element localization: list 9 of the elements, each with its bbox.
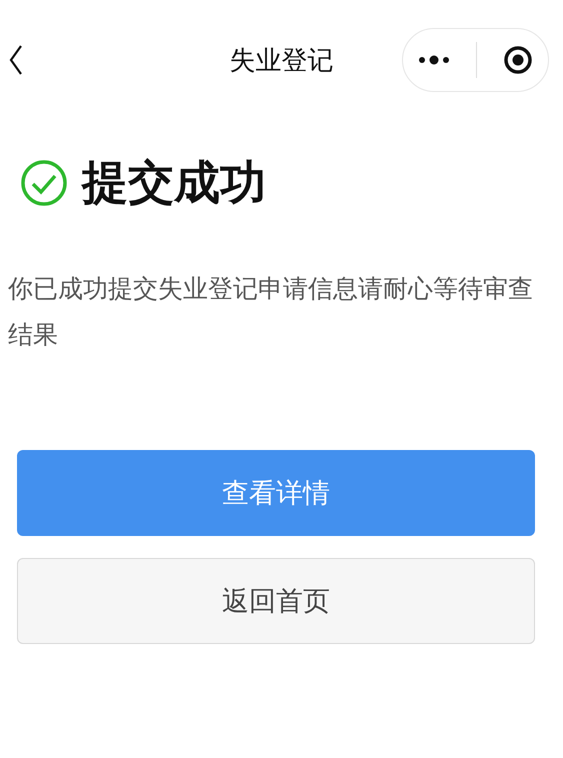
home-button[interactable]: 返回首页 [17, 558, 535, 644]
success-check-icon [20, 159, 68, 207]
target-icon [503, 45, 533, 75]
success-message: 你已成功提交失业登记申请信息请耐心等待审查结果 [8, 273, 534, 351]
success-title: 提交成功 [82, 154, 266, 211]
more-icon [418, 54, 450, 66]
back-button[interactable] [8, 44, 24, 76]
page-title: 失业登记 [230, 44, 334, 78]
chevron-left-icon [8, 44, 24, 76]
